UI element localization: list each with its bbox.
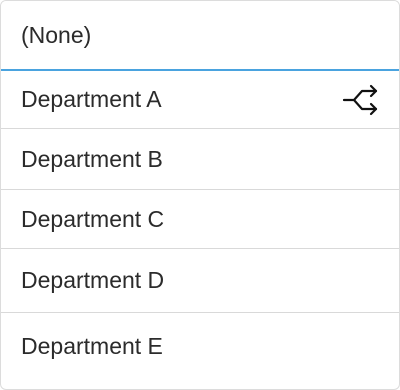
option-department-a[interactable]: Department A (1, 71, 399, 129)
option-label: Department E (21, 332, 163, 359)
option-label: Department C (21, 205, 165, 232)
department-dropdown-list: (None) Department A Department B Departm… (0, 0, 400, 390)
option-department-e[interactable]: Department E (1, 313, 399, 379)
option-department-c[interactable]: Department C (1, 190, 399, 249)
option-label: Department D (21, 267, 165, 293)
option-label: Department A (21, 86, 162, 112)
branch-split-icon[interactable] (341, 83, 381, 117)
option-label: Department B (21, 145, 163, 172)
option-none[interactable]: (None) (1, 1, 399, 71)
option-department-b[interactable]: Department B (1, 129, 399, 190)
option-label: (None) (21, 21, 92, 48)
option-department-d[interactable]: Department D (1, 249, 399, 313)
